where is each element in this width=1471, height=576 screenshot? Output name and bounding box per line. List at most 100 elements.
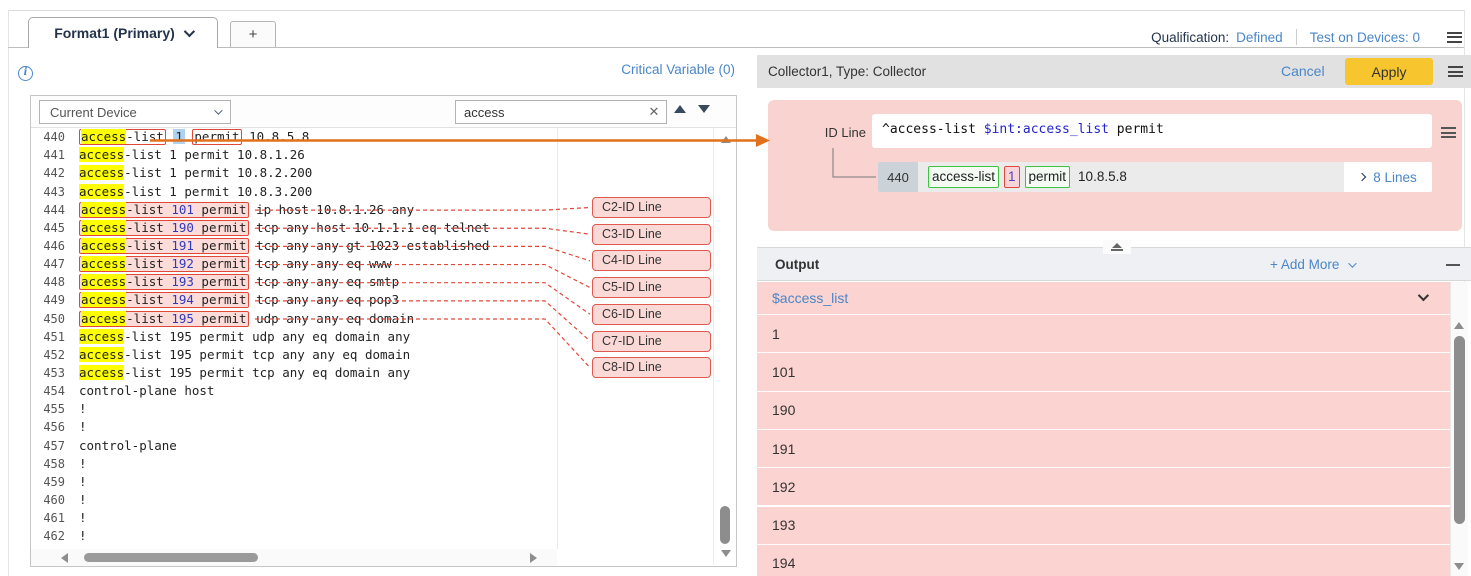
- code-text: permit: [194, 220, 247, 235]
- tab-format1-primary[interactable]: Format1 (Primary): [28, 17, 218, 48]
- code-text: 192: [171, 256, 194, 271]
- output-value-row[interactable]: 1: [757, 314, 1450, 352]
- collector-menu-icon[interactable]: [1448, 66, 1463, 77]
- find-previous-button[interactable]: [674, 105, 686, 113]
- code-text: permit: [194, 292, 247, 307]
- search-highlight: access: [81, 238, 126, 253]
- output-value-row[interactable]: 192: [757, 467, 1450, 505]
- code-line[interactable]: 444access-list 101 permit ip host 10.8.1…: [31, 201, 557, 219]
- code-text: permit: [194, 238, 247, 253]
- code-line[interactable]: 441access-list 1 permit 10.8.1.26: [31, 146, 557, 164]
- code-line[interactable]: 451access-list 195 permit udp any eq dom…: [31, 328, 557, 346]
- collector-title: Collector1, Type: Collector: [768, 64, 926, 79]
- collector-id-label[interactable]: C2-ID Line: [592, 197, 711, 218]
- code-line[interactable]: 452access-list 195 permit tcp any any eq…: [31, 346, 557, 364]
- find-next-button[interactable]: [698, 105, 710, 113]
- line-text: !: [79, 492, 87, 508]
- collector-id-label[interactable]: C3-ID Line: [592, 224, 711, 245]
- code-line[interactable]: 445access-list 190 permit tcp any host 1…: [31, 219, 557, 237]
- code-line[interactable]: 450access-list 195 permit udp any any eq…: [31, 310, 557, 328]
- horizontal-scroll-thumb[interactable]: [84, 553, 258, 562]
- code-line[interactable]: 442access-list 1 permit 10.8.2.200: [31, 164, 557, 182]
- code-line[interactable]: 462!: [31, 527, 557, 545]
- scroll-right-icon[interactable]: [530, 553, 537, 563]
- scroll-down-icon[interactable]: [1454, 563, 1464, 570]
- chevron-down-icon: [214, 106, 222, 114]
- collector-id-label[interactable]: C4-ID Line: [592, 250, 711, 271]
- critical-variable-link[interactable]: Critical Variable (0): [555, 62, 735, 77]
- line-text: !: [79, 456, 87, 472]
- output-value-row[interactable]: 191: [757, 429, 1450, 467]
- search-highlight: access: [81, 202, 126, 217]
- code-line[interactable]: 448access-list 193 permit tcp any any eq…: [31, 273, 557, 291]
- code-horizontal-scrollbar[interactable]: [31, 549, 557, 566]
- code-line[interactable]: 455!: [31, 400, 557, 418]
- code-line[interactable]: 463!: [31, 545, 557, 549]
- clear-search-icon[interactable]: [642, 103, 666, 121]
- code-line[interactable]: 456!: [31, 418, 557, 436]
- device-scope-select[interactable]: Current Device: [39, 100, 231, 124]
- line-text: control-plane host: [79, 383, 214, 399]
- minimize-section-button[interactable]: [1446, 264, 1460, 266]
- output-value-row[interactable]: 193: [757, 506, 1450, 544]
- search-highlight: access: [81, 256, 126, 271]
- output-scrollbar[interactable]: [1450, 282, 1468, 576]
- code-text: -list 195 permit tcp any any eq domain: [124, 347, 410, 362]
- code-line[interactable]: 457control-plane: [31, 437, 557, 455]
- code-line[interactable]: 459!: [31, 473, 557, 491]
- output-value: 101: [772, 364, 795, 380]
- code-line[interactable]: 460!: [31, 491, 557, 509]
- collector-id-label[interactable]: C5-ID Line: [592, 277, 711, 298]
- code-line[interactable]: 443access-list 1 permit 10.8.3.200: [31, 182, 557, 200]
- search-input[interactable]: [456, 105, 642, 120]
- info-icon[interactable]: [18, 62, 33, 81]
- code-line[interactable]: 453access-list 195 permit tcp any eq dom…: [31, 364, 557, 382]
- code-vertical-scrollbar[interactable]: [713, 128, 737, 565]
- pattern-menu-icon[interactable]: [1441, 125, 1456, 143]
- collector-id-label[interactable]: C6-ID Line: [592, 304, 711, 325]
- code-text: -list: [126, 129, 164, 144]
- code-line[interactable]: 461!: [31, 509, 557, 527]
- output-value-row[interactable]: 194: [757, 544, 1450, 576]
- vertical-scroll-thumb[interactable]: [720, 506, 730, 544]
- test-on-devices-link[interactable]: Test on Devices: 0: [1310, 30, 1420, 45]
- output-value: 194: [772, 555, 795, 571]
- apply-button[interactable]: Apply: [1345, 58, 1433, 85]
- output-variable-row[interactable]: $access_list: [757, 282, 1450, 314]
- hamburger-icon: [1441, 127, 1456, 138]
- config-code-listing: 440access-list 1 permit 10.8.5.8441acces…: [31, 128, 557, 549]
- code-line[interactable]: 440access-list 1 permit 10.8.5.8: [31, 128, 557, 146]
- expand-lines-button[interactable]: 8 Lines: [1344, 162, 1432, 192]
- line-text: !: [79, 419, 87, 435]
- scroll-up-icon[interactable]: [721, 136, 731, 143]
- output-scroll-thumb[interactable]: [1454, 336, 1465, 524]
- cancel-button[interactable]: Cancel: [1281, 63, 1325, 79]
- output-value-row[interactable]: 101: [757, 352, 1450, 390]
- code-text: 195: [171, 311, 194, 326]
- output-value-row[interactable]: 190: [757, 391, 1450, 429]
- scroll-down-icon[interactable]: [721, 550, 731, 557]
- code-text: !: [79, 547, 87, 550]
- scroll-up-icon[interactable]: [1454, 322, 1464, 329]
- collector-id-label[interactable]: C8-ID Line: [592, 357, 711, 378]
- code-text: -list 1 permit 10.8.3.200: [124, 184, 312, 199]
- scroll-left-icon[interactable]: [61, 553, 68, 563]
- code-line[interactable]: 447access-list 192 permit tcp any any eq…: [31, 255, 557, 273]
- code-line[interactable]: 458!: [31, 455, 557, 473]
- selected-variable-token: 1: [173, 129, 185, 144]
- menu-icon[interactable]: [1447, 32, 1462, 43]
- add-more-button[interactable]: + Add More: [1270, 257, 1354, 272]
- search-highlight: access: [79, 184, 124, 199]
- line-text: access-list 193 permit tcp any any eq sm…: [79, 274, 399, 290]
- code-line[interactable]: 454control-plane host: [31, 382, 557, 400]
- id-line-pattern-input[interactable]: ^access-list $int:access_list permit: [872, 114, 1432, 148]
- code-line[interactable]: 446access-list 191 permit tcp any any gt…: [31, 237, 557, 255]
- id-line-token-box: access-list 192 permit: [79, 256, 249, 272]
- qualification-value-link[interactable]: Defined: [1236, 30, 1283, 45]
- id-line-token-box: access-list: [79, 129, 166, 145]
- add-format-tab[interactable]: +: [230, 21, 276, 48]
- collector-id-label[interactable]: C7-ID Line: [592, 331, 711, 352]
- code-line[interactable]: 449access-list 194 permit tcp any any eq…: [31, 291, 557, 309]
- line-number: 451: [31, 330, 79, 344]
- collapse-panel-button[interactable]: [1103, 240, 1131, 254]
